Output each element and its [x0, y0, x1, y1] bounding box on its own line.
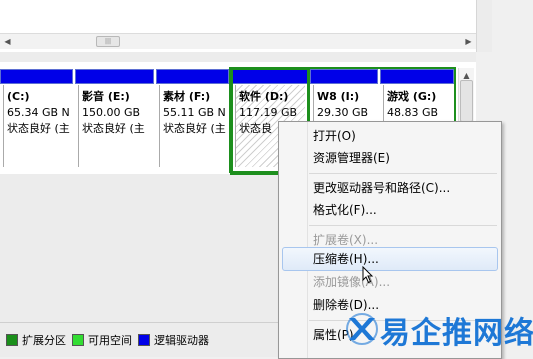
- mouse-pointer-icon: [362, 266, 374, 284]
- legend-label: 扩展分区: [22, 334, 66, 347]
- menu-item-explorer[interactable]: 资源管理器(E): [313, 148, 390, 168]
- volume-name: 游戏 (G:): [387, 90, 437, 103]
- volume-size: 150.00 GB: [82, 106, 141, 119]
- menu-item-change-drive-letter[interactable]: 更改驱动器号和路径(C)...: [313, 178, 450, 198]
- menu-item-open[interactable]: 打开(O): [313, 126, 356, 146]
- volume-status: 状态良好 (主: [7, 122, 70, 135]
- menu-item-extend-volume[interactable]: 扩展卷(X)...: [313, 230, 378, 250]
- logical-drive-bar: [0, 69, 73, 84]
- menu-gutter: [307, 122, 308, 358]
- logical-drive-bar: [310, 69, 378, 84]
- legend-label: 可用空间: [88, 334, 132, 347]
- volume-status: 状态良好 (主: [82, 122, 145, 135]
- volume-size: 117.19 GB: [239, 106, 298, 119]
- legend-swatch-extended: [6, 334, 18, 346]
- volume-size: 48.83 GB: [387, 106, 439, 119]
- menu-item-format[interactable]: 格式化(F)...: [313, 200, 377, 220]
- horizontal-scrollbar[interactable]: ◀ ▶: [0, 33, 476, 49]
- watermark-text: 易企推网络: [380, 316, 533, 351]
- volume-size: 65.34 GB N: [7, 106, 70, 119]
- logical-drive-bar: [380, 69, 454, 84]
- volume-name: 素材 (F:): [163, 90, 211, 103]
- volume-size: 29.30 GB: [317, 106, 369, 119]
- volume-size: 55.11 GB N: [163, 106, 226, 119]
- volume-name: W8 (I:): [317, 90, 360, 103]
- arrow-right-icon[interactable]: ▶: [461, 34, 476, 49]
- menu-item-add-mirror[interactable]: 添加镜像(A)...: [313, 272, 390, 292]
- legend-label: 逻辑驱动器: [154, 334, 209, 347]
- legend-swatch-free: [72, 334, 84, 346]
- volume-status: 状态良好 (主: [163, 122, 226, 135]
- volume-name: (C:): [7, 90, 30, 103]
- menu-separator: [309, 173, 497, 174]
- vertical-scroll-thumb[interactable]: [460, 80, 473, 122]
- volume-name: 软件 (D:): [239, 90, 289, 103]
- logical-drive-bar: [75, 69, 154, 84]
- logical-drive-bar: [232, 69, 308, 84]
- volume-name: 影音 (E:): [82, 90, 130, 103]
- horizontal-scroll-thumb[interactable]: |||: [96, 36, 120, 47]
- volume-c[interactable]: (C:) 65.34 GB N 状态良好 (主: [0, 69, 73, 173]
- legend-swatch-logical: [138, 334, 150, 346]
- arrow-left-icon[interactable]: ◀: [0, 34, 15, 49]
- volume-e[interactable]: 影音 (E:) 150.00 GB 状态良好 (主: [75, 69, 154, 173]
- vertical-scrollbar-top[interactable]: [476, 0, 492, 52]
- volume-f[interactable]: 素材 (F:) 55.11 GB N 状态良好 (主: [156, 69, 229, 173]
- menu-separator: [309, 225, 497, 226]
- x-logo-icon: [346, 313, 378, 345]
- logical-drive-bar: [156, 69, 229, 84]
